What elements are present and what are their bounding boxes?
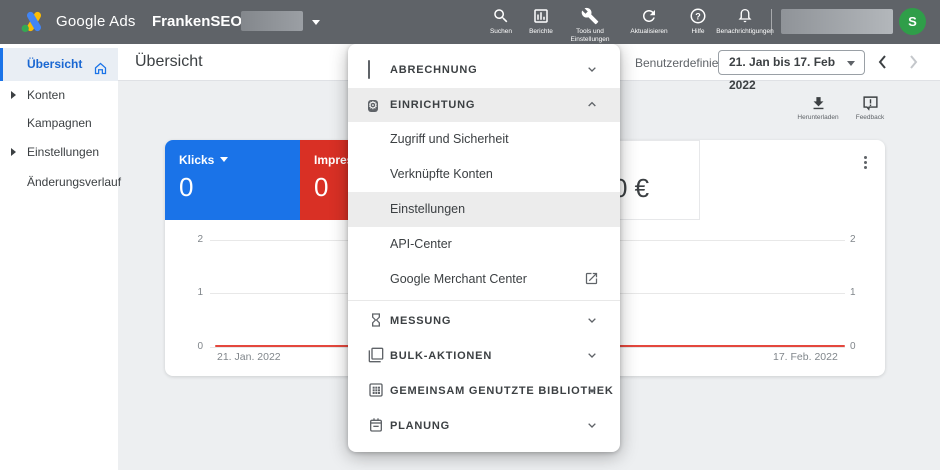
- search-icon: [494, 9, 508, 23]
- expand-arrow-icon: [11, 91, 16, 99]
- chevron-up-icon: [584, 96, 600, 117]
- x-axis-label-start: 21. Jan. 2022: [217, 351, 281, 363]
- card-overflow-menu-button[interactable]: [857, 154, 873, 172]
- chevron-down-icon: [584, 417, 600, 438]
- notifications-button[interactable]: Benachrichtigungen: [713, 7, 777, 36]
- menu-item-verknuepfte-konten[interactable]: Verknüpfte Konten: [348, 157, 620, 192]
- redacted-customer-id: [781, 9, 893, 34]
- sidebar-item-einstellungen[interactable]: Einstellungen: [0, 138, 118, 166]
- previous-range-button[interactable]: [875, 49, 891, 80]
- bell-icon: [738, 8, 752, 23]
- page-title: Übersicht: [135, 53, 203, 70]
- refresh-icon: [643, 10, 655, 22]
- y-axis-tick: 2: [197, 234, 203, 245]
- top-app-bar: Google Ads FrankenSEO Suchen Berichte To…: [0, 0, 940, 44]
- sidebar-item-aenderungsverlauf[interactable]: Änderungsverlauf: [0, 168, 121, 196]
- google-ads-logo-icon[interactable]: [20, 11, 46, 38]
- account-name[interactable]: FrankenSEO: [152, 13, 242, 30]
- menu-section-planung[interactable]: PLANUNG: [348, 409, 620, 443]
- expand-arrow-icon: [11, 148, 16, 156]
- menu-item-api-center[interactable]: API-Center: [348, 227, 620, 262]
- menu-item-zugriff-und-sicherheit[interactable]: Zugriff und Sicherheit: [348, 122, 620, 157]
- reports-icon: [534, 9, 548, 23]
- menu-section-bulk-aktionen[interactable]: BULK-AKTIONEN: [348, 339, 620, 373]
- help-icon: ?: [690, 8, 706, 24]
- menu-section-messung[interactable]: MESSUNG: [348, 304, 620, 338]
- menu-item-google-merchant-center[interactable]: Google Merchant Center: [348, 262, 620, 297]
- chevron-down-icon: [584, 382, 600, 403]
- brand-name: Google Ads: [56, 13, 136, 30]
- feedback-button[interactable]: Feedback: [838, 95, 902, 121]
- calendar-icon: [368, 417, 384, 438]
- settings-box-icon: ⚙: [368, 100, 378, 112]
- menu-section-abrechnung[interactable]: ABRECHNUNG: [348, 53, 620, 87]
- y-axis-tick: 2: [850, 234, 856, 245]
- download-icon: [813, 97, 823, 110]
- metric-caret-icon: [220, 157, 229, 162]
- library-grid-icon: [368, 382, 384, 403]
- next-range-button[interactable]: [905, 49, 921, 80]
- account-dropdown-caret-icon[interactable]: [312, 20, 320, 25]
- toolbar-separator: [771, 9, 772, 35]
- metric-value: 0: [314, 172, 329, 202]
- x-axis-label-end: 17. Feb. 2022: [773, 351, 838, 363]
- menu-divider: [348, 300, 620, 301]
- tools-settings-menu: ABRECHNUNG ⚙ EINRICHTUNG Zugriff und Sic…: [348, 44, 620, 452]
- metric-value: 0: [179, 172, 194, 202]
- menu-section-gemeinsame-bibliothek[interactable]: GEMEINSAM GENUTZTE BIBLIOTHEK: [348, 374, 620, 408]
- wrench-icon: [581, 7, 599, 25]
- layers-icon: [368, 347, 384, 368]
- hourglass-icon: [368, 312, 384, 333]
- svg-text:?: ?: [695, 11, 701, 21]
- tools-and-settings-button[interactable]: Tools und Einstellungen: [558, 7, 622, 43]
- credit-card-icon: [368, 60, 370, 79]
- y-axis-tick: 0: [197, 341, 203, 352]
- y-axis-tick: 0: [850, 341, 856, 352]
- external-link-icon: [584, 271, 599, 291]
- date-range-picker[interactable]: 21. Jan bis 17. Feb 2022: [718, 50, 865, 92]
- redacted-account-id: [241, 11, 303, 31]
- chevron-down-icon: [584, 61, 600, 82]
- metric-tile-klicks[interactable]: Klicks 0: [165, 140, 300, 220]
- date-mode-label[interactable]: Benutzerdefiniert: [635, 56, 726, 70]
- y-axis-tick: 1: [197, 287, 203, 298]
- user-avatar[interactable]: S: [899, 8, 926, 35]
- dropdown-caret-icon: [847, 61, 855, 66]
- sidebar-item-uebersicht[interactable]: Übersicht: [0, 48, 118, 81]
- left-navigation: Übersicht Konten Kampagnen Einstellungen…: [0, 44, 121, 470]
- menu-section-einrichtung[interactable]: ⚙ EINRICHTUNG: [348, 88, 620, 122]
- chevron-down-icon: [584, 347, 600, 368]
- menu-item-einstellungen[interactable]: Einstellungen: [348, 192, 620, 227]
- y-axis-tick: 1: [850, 287, 856, 298]
- chevron-down-icon: [584, 312, 600, 333]
- google-ads-app: Google Ads FrankenSEO Suchen Berichte To…: [0, 0, 940, 470]
- feedback-icon: [862, 96, 878, 111]
- sidebar-item-kampagnen[interactable]: Kampagnen: [0, 109, 118, 137]
- sidebar-item-konten[interactable]: Konten: [0, 81, 118, 109]
